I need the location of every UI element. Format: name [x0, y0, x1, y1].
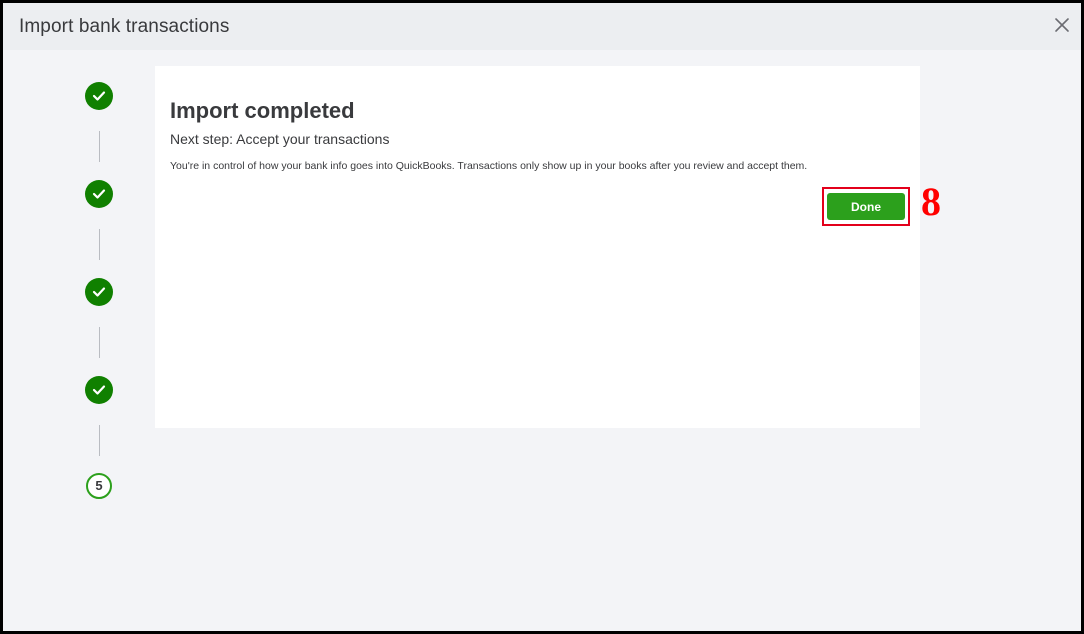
step-5-current: 5	[86, 473, 112, 499]
dialog-window: Import bank transactions 5 Import comple…	[0, 0, 1084, 634]
step-4-complete	[85, 376, 113, 404]
checkmark-icon	[92, 287, 106, 297]
description-text: You're in control of how your bank info …	[170, 160, 808, 172]
step-number: 5	[95, 478, 103, 493]
step-connector	[99, 229, 100, 260]
page-heading: Import completed	[170, 98, 355, 123]
step-annotation-number: 8	[921, 179, 941, 224]
step-2-complete	[85, 180, 113, 208]
step-1-complete	[85, 82, 113, 110]
checkmark-icon	[92, 385, 106, 395]
step-connector	[99, 327, 100, 358]
title-bar: Import bank transactions	[3, 3, 1081, 50]
highlight-box: Done	[822, 187, 910, 226]
step-connector	[99, 131, 100, 162]
done-button[interactable]: Done	[827, 193, 905, 220]
step-3-complete	[85, 278, 113, 306]
step-connector	[99, 425, 100, 456]
checkmark-icon	[92, 189, 106, 199]
dialog-title: Import bank transactions	[19, 16, 230, 37]
close-icon[interactable]	[1051, 14, 1073, 36]
next-step-subheading: Next step: Accept your transactions	[170, 131, 390, 147]
checkmark-icon	[92, 91, 106, 101]
content-card: Import completed Next step: Accept your …	[155, 66, 920, 428]
